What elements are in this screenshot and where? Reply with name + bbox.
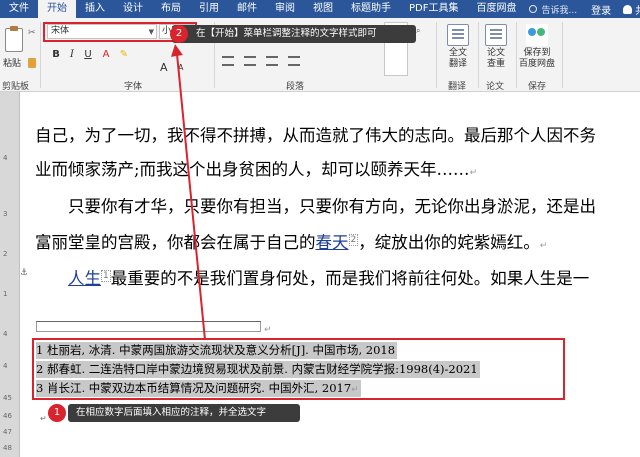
tab-pdf-tools[interactable]: PDF工具集 [400,0,467,18]
ruler-number: 4 [3,362,8,370]
footnote-anchor-link[interactable]: 人生 [68,269,101,288]
format-painter-icon[interactable] [28,58,36,68]
align-center-icon[interactable] [244,56,256,66]
step2-badge: 2 [170,25,188,43]
person-icon [623,4,633,14]
tab-design[interactable]: 设计 [114,0,152,18]
tab-file[interactable]: 文件 [0,0,38,18]
justify-icon[interactable] [288,56,300,66]
vertical-ruler: 4 3 2 1 4 4 45 46 47 48 [0,92,20,457]
ruler-number: 3 [3,210,8,218]
tab-baidu-netdisk[interactable]: 百度网盘 [467,0,525,18]
tab-review[interactable]: 审阅 [266,0,304,18]
ruler-number: 47 [3,428,12,436]
full-text-translate-button[interactable]: 全文 翻译 [440,24,476,70]
body-line: 只要你有才华，只要你有担当，只要你有方向，无论你出身淤泥，还是出 [68,197,596,216]
footnote-text: 3 肖长江. 中蒙双边本币结算情况及问题研究. 中国外汇, 2017 [36,381,352,395]
align-left-icon[interactable] [222,56,234,66]
body-line-text: 业而倾家荡产;而我这个出身贫困的人，却可以颐养天年…… [35,160,470,179]
step2-callout: 在【开始】菜单栏调整注释的文字样式即可 [172,25,416,43]
tab-home[interactable]: 开始 [38,0,76,18]
font-color-icon[interactable]: A [100,48,112,62]
paste-icon[interactable] [5,26,23,52]
save-to-baidu-label: 保存到 百度网盘 [518,48,555,69]
login-button[interactable]: 登录 [591,2,611,17]
footnote-ref[interactable]: 2 [348,233,359,246]
body-line: 人生 1 最重要的不是我们置身何处，而是我们将前往何处。如果人生是一 [68,265,589,289]
save-to-baidu-button[interactable]: 保存到 百度网盘 [516,24,558,70]
translate-group-label: 翻译 [448,82,467,92]
body-line-text: 富丽堂皇的宫殿，你都会在属于自己的 [35,233,316,252]
highlight-icon[interactable]: ✎ [118,48,130,62]
tab-references[interactable]: 引用 [190,0,228,18]
font-group-label: 字体 [124,82,143,92]
footnote-item[interactable]: 3 肖长江. 中蒙双边本币结算情况及问题研究. 中国外汇, 2017↵ [36,380,361,397]
ruler-number: 46 [3,412,12,420]
paper-group-label: 论文 [486,82,505,92]
share-button[interactable]: 共享 [623,2,640,17]
paragraph-mark-icon: ↵ [264,325,272,335]
paragraph-mark-icon: ↵ [351,385,359,395]
group-divider [562,22,563,88]
clipboard-group-label: 剪贴板 [2,82,30,92]
lightbulb-icon [529,5,538,13]
italic-button[interactable]: I [66,48,78,62]
footnote-item[interactable]: 2 郝春虹. 二连浩特口岸中蒙边境贸易现状及前景. 内蒙古财经学院学报:1998… [36,361,480,378]
paragraph-mark-icon: ↵ [469,168,478,178]
footnote-anchor-link[interactable]: 春天 [316,233,349,252]
tab-mailings[interactable]: 邮件 [228,0,266,18]
footnote-item[interactable]: 1 杜丽岩, 冰清. 中蒙两国旅游交流现状及意义分析[J]. 中国市场, 201… [36,342,398,359]
tab-view[interactable]: 视图 [304,0,342,18]
footnote-ref[interactable]: 1 [101,269,111,282]
tell-me-search[interactable]: 告诉我... [529,3,577,16]
ruler-number: 45 [3,394,12,402]
paragraph-group-label: 段落 [286,82,305,92]
search-icon[interactable]: ⌕ [416,26,420,36]
body-line: 自己，为了一切，我不得不拼搏，从而造就了伟大的志向。最后那个人因不务 [35,126,596,145]
scissors-icon[interactable]: ✂ [28,28,36,38]
ruler-number: 4 [3,330,8,338]
shrink-font-icon[interactable]: A [178,63,183,72]
body-line: 业而倾家荡产;而我这个出身贫困的人，却可以颐养天年……↵ [35,156,477,180]
bold-button[interactable]: B [50,48,62,62]
footnote-separator-box [36,322,261,332]
tab-layout[interactable]: 布局 [152,0,190,18]
menu-bar: 文件 开始 插入 设计 布局 引用 邮件 审阅 视图 标题助手 PDF工具集 百… [0,0,640,18]
group-divider [436,22,437,88]
translate-icon [447,24,469,46]
body-line-text: ，绽放出你的姹紫嫣红。 [358,233,540,252]
grow-font-icon[interactable]: A [160,61,168,74]
step1-callout: 在相应数字后面填入相应的注释，并全选文字 [68,404,300,422]
paste-label[interactable]: 粘贴 [3,56,21,69]
body-line: 富丽堂皇的宫殿，你都会在属于自己的春天 2 ，绽放出你的姹紫嫣红。↵ [35,229,547,253]
ruler-number: 1 [3,290,8,298]
step1-badge: 1 [48,404,66,422]
full-text-translate-label: 全文 翻译 [448,48,467,69]
paper-check-button[interactable]: 论文 查重 [478,24,514,70]
document-page[interactable]: 自己，为了一切，我不得不拼搏，从而造就了伟大的志向。最后那个人因不务 业而倾家荡… [20,92,640,457]
ruler-number: 48 [3,444,12,452]
text-cursor-icon: ↵ [40,414,47,423]
tab-title-helper[interactable]: 标题助手 [342,0,400,18]
arrow-up-icon [169,43,183,57]
save-group-label: 保存 [528,82,547,92]
tab-insert[interactable]: 插入 [76,0,114,18]
baidu-cloud-icon [526,24,548,46]
anchor-icon: ⚓ [20,268,29,278]
tell-me-label: 告诉我... [541,5,578,16]
align-right-icon[interactable] [266,56,278,66]
ruler-number: 2 [3,250,8,258]
document-check-icon [485,24,507,46]
underline-button[interactable]: U [82,48,94,62]
group-divider [40,22,41,88]
body-line-text: 最重要的不是我们置身何处，而是我们将前往何处。如果人生是一 [110,269,590,288]
ruler-number: 4 [3,154,8,162]
paper-check-label: 论文 查重 [486,48,505,69]
share-label: 共享 [635,2,640,17]
paragraph-mark-icon: ↵ [539,241,548,251]
